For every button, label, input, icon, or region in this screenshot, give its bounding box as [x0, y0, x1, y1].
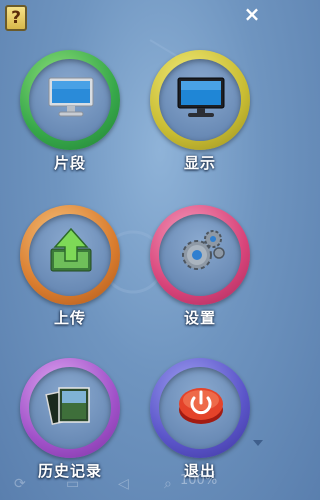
menu-item-label: 片段: [53, 154, 86, 172]
zoom-level: 100%: [180, 473, 218, 488]
volume-icon: ◁: [118, 476, 129, 492]
zoom-icon: ⌕: [164, 476, 172, 492]
window-icon: ▭: [66, 476, 80, 492]
close-button[interactable]: ×: [243, 4, 261, 24]
menu-item-label: 显示: [183, 154, 216, 172]
refresh-icon: ⟳: [14, 476, 26, 492]
background-toolbar: ⟳ ▭ ◁ ⌕: [0, 470, 267, 500]
photo-stack-icon: [45, 387, 90, 426]
power-button-icon: [179, 388, 223, 424]
close-icon: ×: [243, 2, 261, 26]
monitor-silver-icon: [48, 77, 94, 117]
help-glyph: ?: [11, 8, 21, 28]
help-button[interactable]: ?: [5, 5, 27, 31]
menu-item-label: 上传: [53, 309, 86, 327]
monitor-black-icon: [177, 77, 225, 117]
gears-icon: [182, 230, 225, 270]
menu-item-label: 设置: [183, 309, 216, 327]
upload-arrow-icon: [50, 227, 92, 272]
scroll-down-arrow: [253, 440, 263, 446]
